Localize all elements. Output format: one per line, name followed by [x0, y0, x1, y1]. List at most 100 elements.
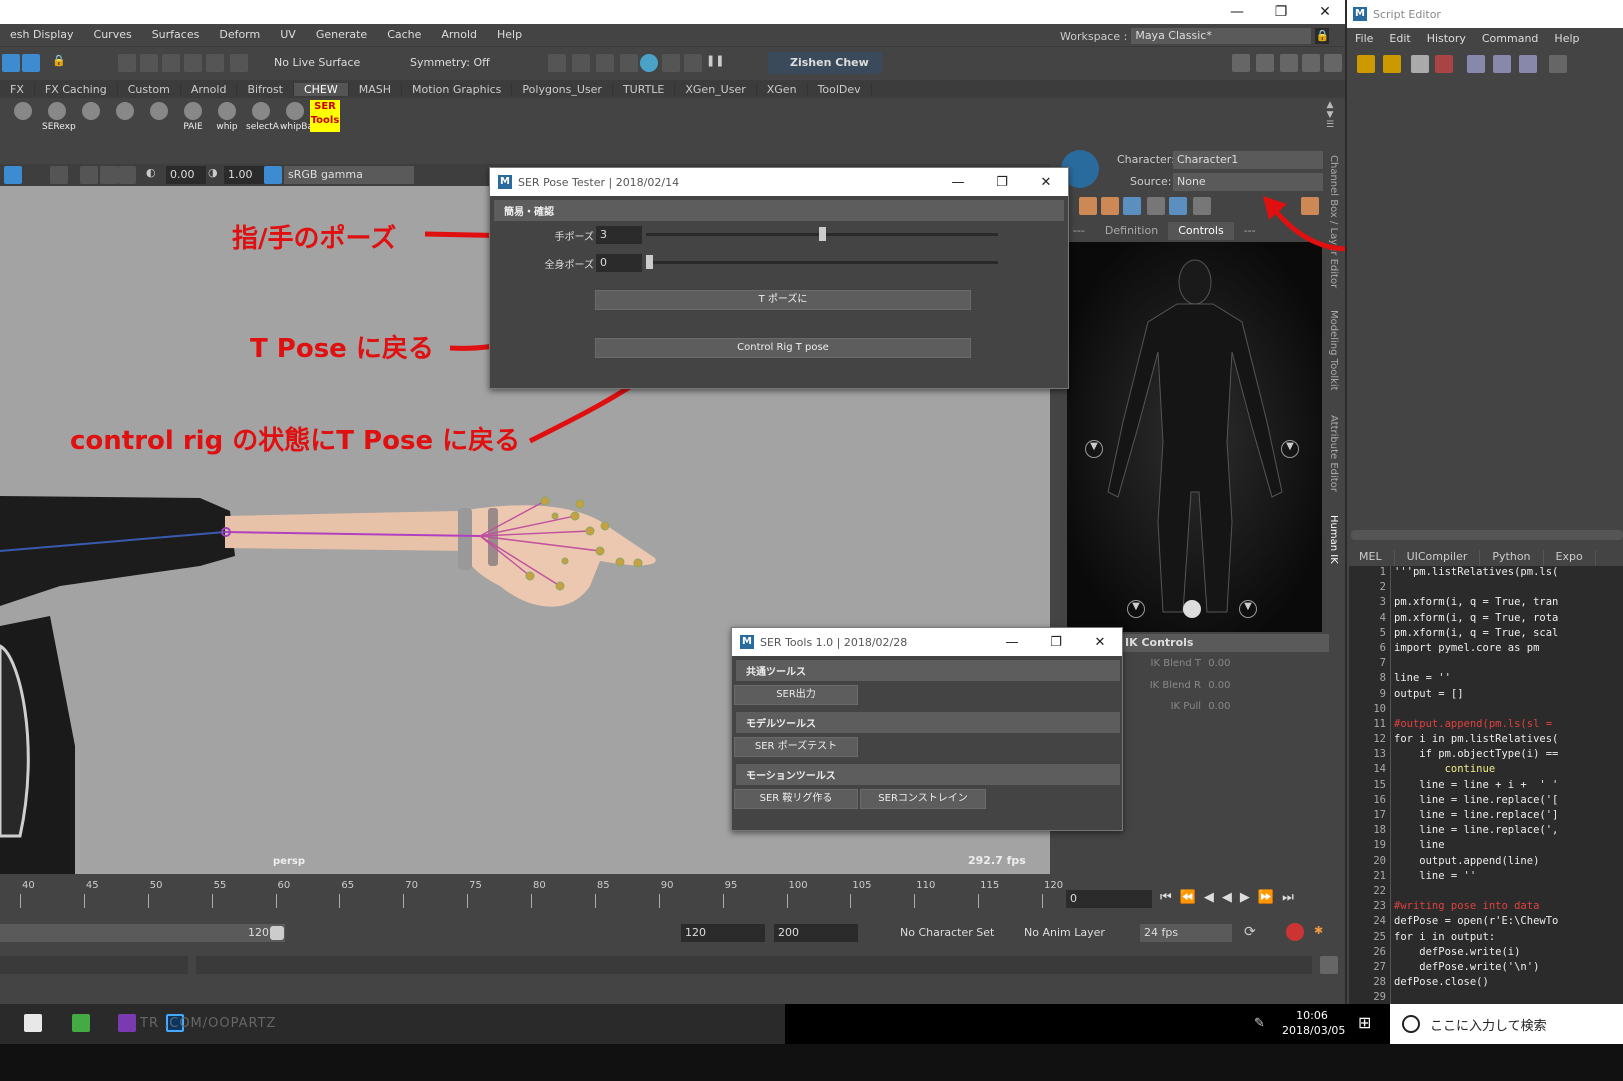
ser-tools-shelf-button[interactable]: SER Tools — [310, 100, 340, 132]
render-settings-icon[interactable] — [620, 54, 638, 72]
symmetry-field[interactable]: Symmetry: Off — [406, 54, 506, 72]
render-seq-icon[interactable] — [572, 54, 590, 72]
range-max-field[interactable]: 200 — [774, 924, 858, 942]
ipr-icon[interactable] — [596, 54, 614, 72]
attribute-editor-icon[interactable] — [1280, 54, 1298, 72]
user-account-button[interactable]: Zishen Chew — [768, 52, 882, 74]
tab-definition[interactable]: Definition — [1095, 222, 1168, 240]
body-pose-slider-thumb[interactable] — [646, 255, 653, 269]
step-back-key-icon[interactable]: ⏪ — [1180, 890, 1204, 905]
loop-icon[interactable]: ⟳ — [1244, 924, 1262, 942]
close-button[interactable]: ✕ — [1303, 0, 1347, 24]
shelf-tab[interactable]: CHEW — [293, 82, 349, 96]
menu-item[interactable]: Generate — [306, 28, 377, 41]
shelf-button[interactable]: PAIE — [178, 102, 208, 136]
timeline-ruler[interactable]: 40 45 50 55 60 65 70 75 80 85 90 95 100 105 110 115 120 — [0, 880, 1063, 910]
workspace-dropdown[interactable]: Maya Classic* — [1131, 28, 1312, 44]
modeling-toolkit-icon[interactable] — [1232, 54, 1250, 72]
tool-settings-icon[interactable] — [1302, 54, 1320, 72]
snap-history-icon[interactable] — [230, 54, 248, 72]
ik-pull-value[interactable]: 0.00 — [1208, 701, 1230, 712]
script-editor-menu-item[interactable]: History — [1419, 32, 1474, 50]
chevron-down-icon[interactable]: ▼ — [1239, 600, 1257, 618]
close-button[interactable]: ✕ — [1078, 635, 1122, 650]
hand-pose-slider-thumb[interactable] — [818, 227, 826, 241]
shelf-tab[interactable]: MASH — [349, 82, 403, 96]
shelf-tab[interactable]: FX Caching — [35, 82, 118, 96]
app-icon-onenote[interactable] — [118, 1014, 136, 1032]
app-icon-chat[interactable] — [72, 1014, 90, 1032]
anim-layer-dropdown[interactable]: No Anim Layer — [1020, 924, 1130, 942]
script-editor-tab[interactable]: MEL — [1347, 550, 1395, 566]
common-tools-section[interactable]: 共通ツールス — [736, 660, 1120, 681]
camera-icon[interactable] — [4, 166, 22, 184]
pin-icon[interactable] — [1193, 197, 1211, 215]
tab-channel-box[interactable]: Channel Box / Layer Editor — [1328, 155, 1339, 288]
color-management-icon[interactable] — [264, 166, 282, 184]
hand-pose-slider[interactable] — [646, 227, 998, 241]
film-gate-icon[interactable] — [100, 166, 118, 184]
source-dropdown[interactable]: None — [1173, 173, 1323, 191]
shelf-tab[interactable]: ToolDev — [808, 82, 872, 96]
component-mode-icon[interactable] — [22, 54, 40, 72]
menu-item[interactable]: Deform — [209, 28, 270, 41]
select-mode-icon[interactable] — [2, 54, 20, 72]
range-end-field[interactable]: 120 — [681, 924, 765, 942]
select-camera-icon[interactable] — [50, 166, 68, 184]
shelf-tab[interactable]: Bifrost — [237, 82, 294, 96]
center-handle-icon[interactable] — [1183, 600, 1201, 618]
tab-attribute-editor[interactable]: Attribute Editor — [1328, 415, 1339, 492]
gamma-field[interactable]: 1.00 — [224, 166, 264, 184]
shelf-button[interactable]: whip — [212, 102, 242, 136]
pose-tester-titlebar[interactable]: M SER Pose Tester | 2018/02/14 — ❐ ✕ — [490, 168, 1068, 196]
taskbar-search[interactable]: ここに入力して検索 — [1390, 1004, 1623, 1044]
shelf-tab[interactable]: Polygons_User — [512, 82, 613, 96]
snap-view-icon[interactable] — [184, 54, 202, 72]
ser-rig-button[interactable]: SER 鞍リグ作る — [734, 789, 858, 809]
shelf-tab[interactable]: XGen_User — [675, 82, 757, 96]
ser-constraint-button[interactable]: SERコンストレイン — [860, 789, 986, 809]
lock-icon[interactable]: 🔒 — [1315, 28, 1330, 44]
resolution-gate-icon[interactable] — [118, 166, 136, 184]
auto-key-icon[interactable] — [1286, 923, 1304, 941]
minimize-button[interactable]: — — [990, 635, 1034, 650]
clock[interactable]: 10:06 2018/03/05 — [1282, 1008, 1345, 1038]
script-editor-menu-item[interactable]: Help — [1546, 32, 1587, 50]
play-forward-icon[interactable]: ▶ — [1240, 890, 1258, 905]
colorspace-dropdown[interactable]: sRGB gamma — [284, 166, 414, 184]
maximize-button[interactable]: ❐ — [1259, 0, 1303, 24]
close-button[interactable]: ✕ — [1024, 175, 1068, 190]
snap-grid-icon[interactable] — [118, 54, 136, 72]
shelf-tab[interactable]: Custom — [118, 82, 181, 96]
chevron-down-icon[interactable]: ▼ — [1085, 440, 1103, 458]
source-icon[interactable] — [1383, 55, 1401, 73]
windows-start-icon[interactable]: ⊞ — [1358, 1014, 1376, 1032]
hypershade-icon[interactable] — [640, 54, 658, 72]
full-body-icon[interactable] — [1123, 197, 1141, 215]
brush-icon[interactable] — [1101, 197, 1119, 215]
hand-pose-field[interactable]: 3 — [596, 226, 642, 244]
ser-pose-test-button[interactable]: SER ポーズテスト — [734, 737, 858, 757]
script-editor-menu-item[interactable]: Command — [1474, 32, 1547, 50]
shelf-button[interactable] — [8, 102, 38, 136]
stance-icon[interactable] — [1301, 197, 1319, 215]
chevron-down-icon[interactable]: ▼ — [1281, 440, 1299, 458]
script-editor-tab[interactable]: Expo — [1544, 550, 1596, 566]
body-pose-field[interactable]: 0 — [596, 254, 642, 272]
render-icon[interactable] — [548, 54, 566, 72]
shelf-button[interactable]: SERexp — [42, 102, 76, 136]
shelf-tab[interactable]: Motion Graphics — [402, 82, 513, 96]
fps-dropdown[interactable]: 24 fps — [1140, 924, 1232, 942]
playback-prefs-icon[interactable]: ✱ — [1314, 924, 1332, 942]
character-dropdown[interactable]: Character1 — [1173, 151, 1323, 169]
chevron-down-icon[interactable]: ▼ — [1127, 600, 1145, 618]
shelf-tab[interactable]: Arnold — [181, 82, 238, 96]
shelf-tab[interactable]: TURTLE — [613, 82, 676, 96]
shelf-tab[interactable]: XGen — [757, 82, 808, 96]
body-part-icon[interactable] — [1147, 197, 1165, 215]
script-editor-tab[interactable]: Python — [1480, 550, 1544, 566]
pen-icon[interactable]: ✎ — [1254, 1016, 1265, 1031]
ser-export-button[interactable]: SER出力 — [734, 685, 858, 705]
script-editor-icon[interactable] — [1320, 956, 1338, 974]
tab-human-ik[interactable]: Human IK — [1328, 515, 1339, 564]
